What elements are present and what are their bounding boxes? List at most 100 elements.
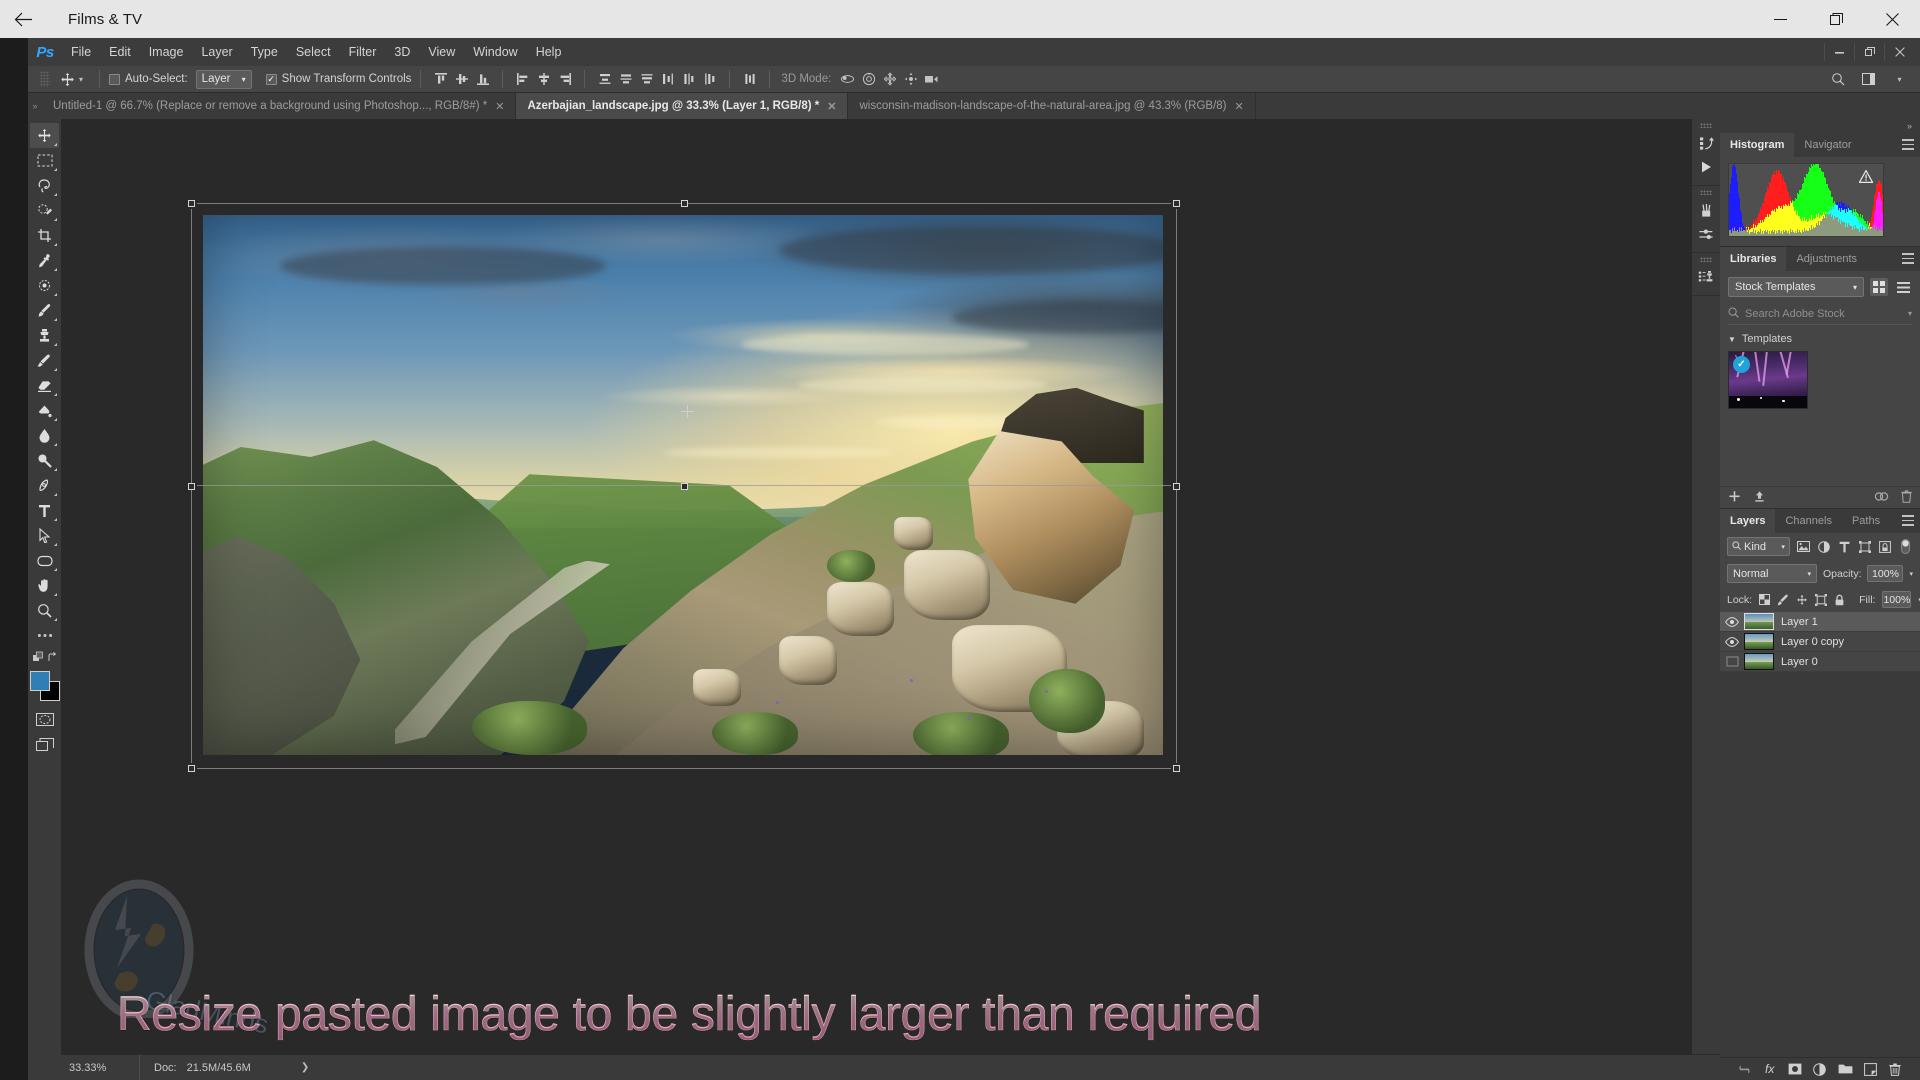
rail-grip[interactable] [1700,190,1712,195]
library-dropdown[interactable]: Stock Templates ▾ [1728,277,1864,297]
transform-handle-top-right[interactable] [1173,200,1180,207]
panel-menu-icon[interactable] [1902,139,1914,150]
align-vertical-centers-button[interactable] [451,69,472,90]
filter-smart-object-icon[interactable] [1878,538,1893,555]
layer-name[interactable]: Layer 0 [1781,656,1818,668]
eyedropper-tool[interactable] [30,248,59,273]
history-icon[interactable] [1693,131,1719,155]
menu-edit[interactable]: Edit [100,38,140,66]
3d-orbit-icon[interactable] [837,69,858,90]
foreground-color-swatch[interactable] [29,671,50,691]
ps-minimize-button[interactable] [1824,43,1854,61]
document-size-info[interactable]: Doc: 21.5M/45.6M ❯ [139,1055,309,1080]
type-tool[interactable] [30,498,59,523]
stock-search-field[interactable]: Search Adobe Stock ▾ [1728,303,1912,325]
edit-toolbar-ellipsis-icon[interactable] [30,623,59,648]
layer-visibility-off-icon[interactable] [1720,656,1744,667]
menu-file[interactable]: File [62,38,100,66]
path-selection-tool[interactable] [30,523,59,548]
grid-view-icon[interactable] [1870,278,1888,296]
quick-mask-mode-icon[interactable] [30,707,59,732]
menu-window[interactable]: Window [464,38,526,66]
distribute-top-edges-button[interactable] [594,69,615,90]
distribute-horizontal-centers-button[interactable] [678,69,699,90]
ps-restore-button[interactable] [1854,43,1884,61]
align-top-edges-button[interactable] [430,69,451,90]
brush-tool[interactable] [30,298,59,323]
upload-icon[interactable] [1753,490,1766,506]
show-transform-box[interactable]: ✓ [265,73,277,85]
clone-source-icon[interactable] [1693,265,1719,289]
transform-handle-bottom-left[interactable] [188,765,195,772]
menu-image[interactable]: Image [140,38,193,66]
tab-layers[interactable]: Layers [1720,509,1776,533]
add-layer-style-icon[interactable]: fx [1761,1060,1779,1078]
crop-tool[interactable] [30,223,59,248]
options-bar-grip[interactable] [40,71,50,87]
maximize-button[interactable] [1808,0,1864,38]
lock-transparent-pixels-icon[interactable] [1759,591,1771,608]
play-action-icon[interactable] [1693,155,1719,179]
auto-select-scope-dropdown[interactable]: Layer ▾ [195,69,252,89]
tab-histogram[interactable]: Histogram [1720,133,1795,157]
transform-handle-bottom-right[interactable] [1173,765,1180,772]
color-swatches[interactable] [29,671,60,701]
opacity-value[interactable]: 100% [1867,565,1904,582]
chevron-down-icon[interactable]: ▾ [1908,309,1912,318]
eraser-tool[interactable] [30,373,59,398]
close-button[interactable] [1864,0,1920,38]
transform-handle-top-center[interactable] [681,200,688,207]
clone-stamp-tool[interactable] [30,323,59,348]
auto-select-box[interactable] [109,73,121,85]
auto-select-checkbox[interactable]: Auto-Select: [109,73,188,85]
opacity-chevron-icon[interactable]: ▾ [1909,570,1913,578]
3d-camera-icon[interactable] [921,69,942,90]
uncached-data-warning-icon[interactable] [1858,169,1874,186]
brushes-icon[interactable] [1693,198,1719,222]
close-icon[interactable]: ✕ [1235,100,1244,113]
move-tool[interactable] [30,123,59,148]
blur-tool[interactable] [30,423,59,448]
pen-tool[interactable] [30,473,59,498]
back-arrow-icon[interactable] [0,0,46,38]
image-document[interactable] [203,215,1163,755]
tabstrip-grip-icon[interactable]: » [28,93,42,119]
history-brush-tool[interactable] [30,348,59,373]
menu-help[interactable]: Help [527,38,571,66]
rectangular-marquee-tool[interactable] [30,148,59,173]
show-transform-controls-checkbox[interactable]: ✓ Show Transform Controls [265,73,411,85]
template-thumbnail[interactable]: ✓ [1728,351,1808,409]
3d-slide-icon[interactable] [900,69,921,90]
sync-creative-cloud-icon[interactable] [1874,491,1889,505]
layer-filter-kind-dropdown[interactable]: Kind ▾ [1727,537,1790,556]
workspace-switcher-icon[interactable] [1858,69,1879,90]
tool-preset-chevron-icon[interactable]: ▾ [79,75,83,84]
transform-handle-middle-right[interactable] [1173,483,1180,490]
align-horizontal-centers-button[interactable] [533,69,554,90]
filter-enable-toggle[interactable] [1899,538,1914,555]
filter-type-icon[interactable] [1837,538,1852,555]
layer-name[interactable]: Layer 1 [1781,616,1818,628]
delete-icon[interactable] [1901,489,1912,506]
tab-channels[interactable]: Channels [1775,509,1841,533]
document-tab-azerbajian-landscape[interactable]: Azerbajian_landscape.jpg @ 33.3% (Layer … [516,93,849,119]
move-tool-icon[interactable] [56,68,78,90]
align-left-edges-button[interactable] [512,69,533,90]
minimize-button[interactable] [1752,0,1808,38]
lock-all-icon[interactable] [1834,591,1845,608]
expand-panels-icon[interactable]: » [1720,119,1920,133]
layer-visibility-eye-icon[interactable] [1720,636,1744,647]
tab-libraries[interactable]: Libraries [1720,247,1787,271]
new-layer-icon[interactable] [1861,1060,1879,1078]
templates-group-header[interactable]: ▼ Templates [1728,333,1912,345]
filter-adjustment-icon[interactable] [1816,538,1831,555]
default-colors-and-swap-icons[interactable] [30,648,59,668]
distribute-bottom-edges-button[interactable] [636,69,657,90]
menu-type[interactable]: Type [242,38,287,66]
dodge-tool[interactable] [30,448,59,473]
ps-close-button[interactable] [1884,43,1914,61]
tab-paths[interactable]: Paths [1842,509,1890,533]
align-right-edges-button[interactable] [554,69,575,90]
lock-artboard-nesting-icon[interactable] [1815,591,1828,608]
blend-mode-dropdown[interactable]: Normal ▾ [1727,564,1817,583]
